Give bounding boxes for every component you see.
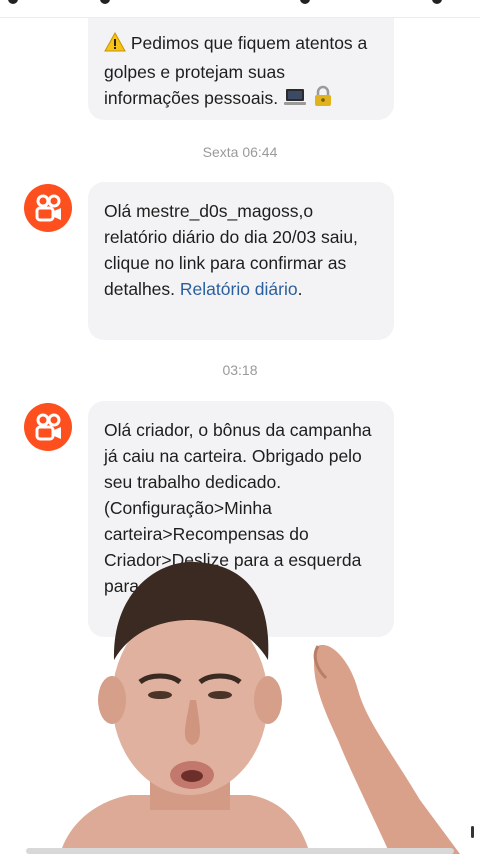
warning-icon (104, 31, 126, 59)
title-fragment (100, 0, 110, 4)
message-tail: . (297, 279, 303, 299)
report-link[interactable]: Relatório diário (180, 279, 298, 299)
title-fragment (300, 0, 310, 4)
timestamp: 03:18 (222, 362, 258, 378)
home-indicator[interactable] (26, 848, 454, 854)
message-list[interactable]: Pedimos que fiquem atentos a golpes e pr… (0, 18, 480, 854)
back-icon[interactable] (8, 0, 18, 4)
more-icon[interactable] (432, 0, 442, 4)
message-bubble: Olá criador, o bônus da campanha já caiu… (88, 401, 394, 637)
timestamp: Sexta 06:44 (202, 144, 278, 160)
lock-icon (312, 85, 334, 114)
message-text: Olá criador, o bônus da campanha já caiu… (104, 420, 372, 596)
kwai-logo-icon (35, 194, 61, 222)
sender-avatar[interactable] (24, 184, 72, 232)
sender-avatar[interactable] (24, 403, 72, 451)
kwai-logo-icon (35, 413, 61, 441)
status-bar (0, 0, 480, 18)
message-bubble: Pedimos que fiquem atentos a golpes e pr… (88, 18, 394, 120)
laptop-icon (283, 87, 307, 114)
message-bubble: Olá mestre_d0s_magoss,o relatório diário… (88, 182, 394, 340)
scroll-indicator (471, 826, 474, 838)
